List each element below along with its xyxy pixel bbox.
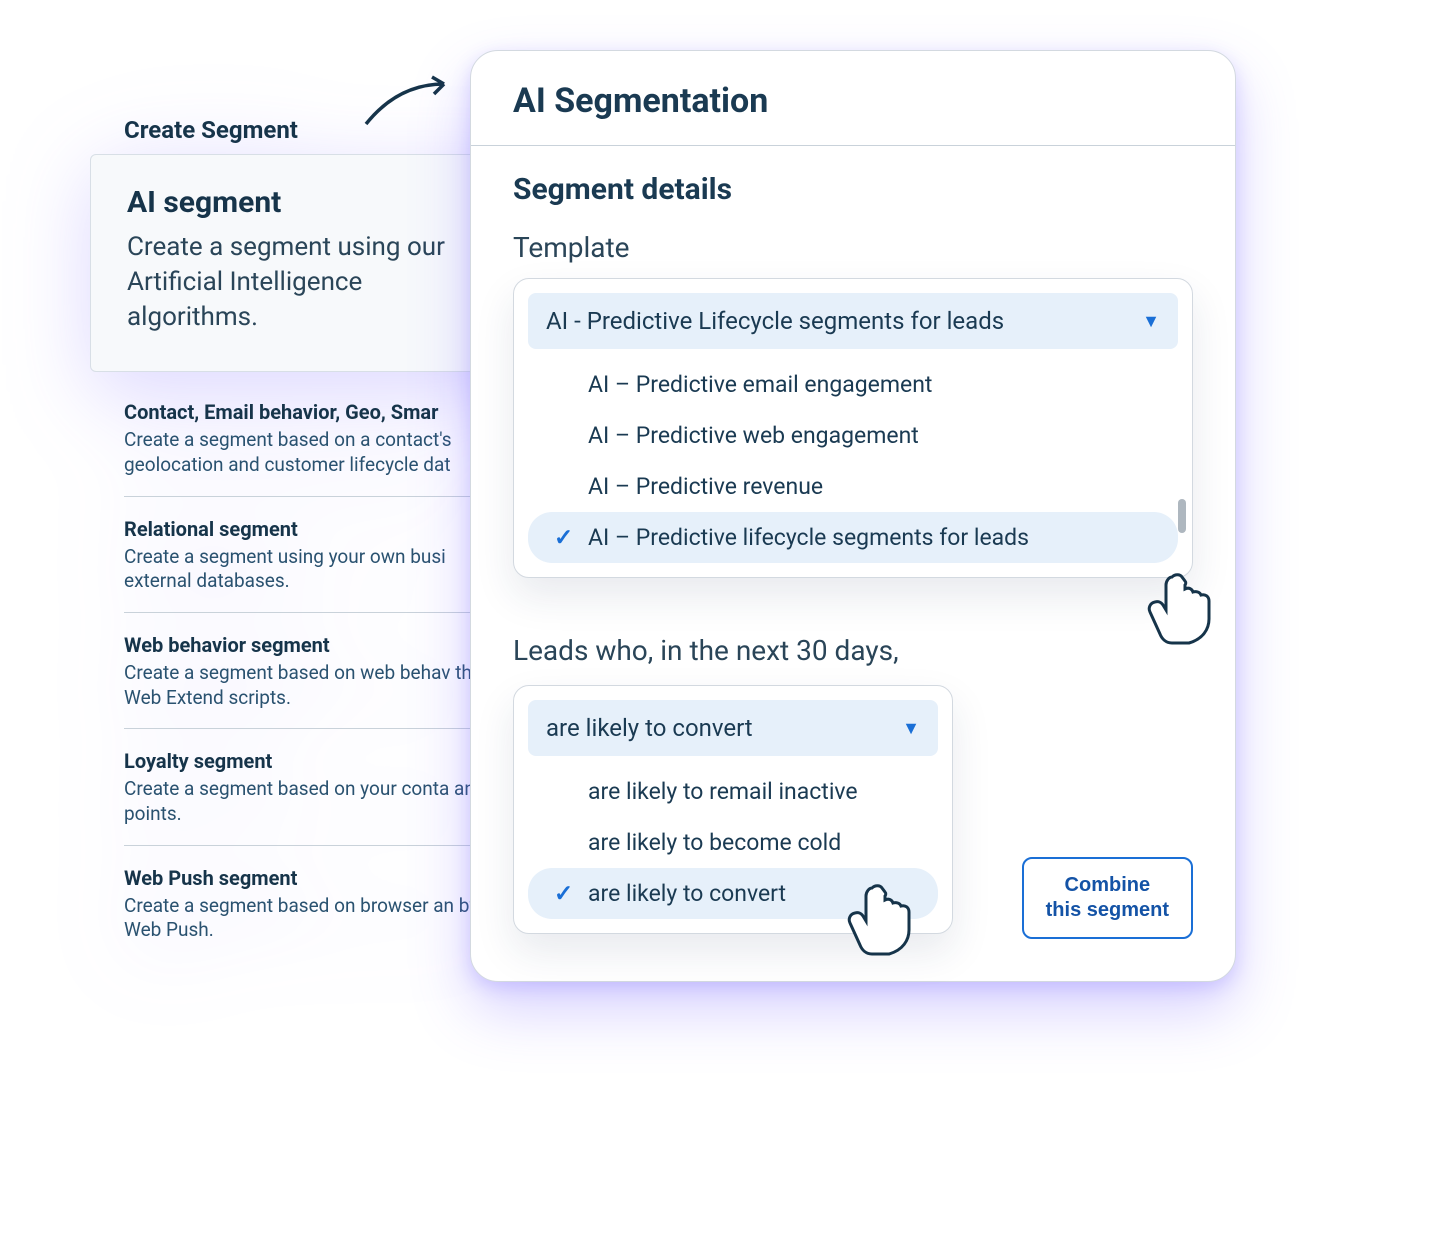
criteria-label: Leads who, in the next 30 days, bbox=[513, 634, 1193, 667]
template-option[interactable]: AI – Predictive web engagement bbox=[528, 410, 1178, 461]
scrollbar-thumb[interactable] bbox=[1178, 499, 1186, 533]
template-option[interactable]: AI – Predictive revenue bbox=[528, 461, 1178, 512]
option-label: AI – Predictive web engagement bbox=[588, 422, 919, 449]
segment-type-ai[interactable]: AI segment Create a segment using our Ar… bbox=[90, 154, 530, 372]
template-dropdown-list: AI – Predictive email engagement AI – Pr… bbox=[528, 349, 1178, 563]
create-segment-title: Create Segment bbox=[90, 100, 530, 154]
segment-type-list: Contact, Email behavior, Geo, Smar Creat… bbox=[90, 372, 530, 961]
segment-type-web-push[interactable]: Web Push segment Create a segment based … bbox=[124, 846, 496, 961]
template-selected-value: AI - Predictive Lifecycle segments for l… bbox=[546, 307, 1004, 335]
ai-segmentation-modal: AI Segmentation Segment details Template… bbox=[470, 50, 1236, 982]
list-item-title: Relational segment bbox=[124, 517, 496, 541]
criteria-option[interactable]: are likely to become cold bbox=[528, 817, 938, 868]
pointer-hand-icon bbox=[1144, 565, 1224, 655]
template-dropdown-selected[interactable]: AI - Predictive Lifecycle segments for l… bbox=[528, 293, 1178, 349]
section-heading: Segment details bbox=[513, 172, 1193, 207]
segment-type-web-behavior[interactable]: Web behavior segment Create a segment ba… bbox=[124, 613, 496, 729]
ai-segment-title: AI segment bbox=[127, 185, 493, 220]
check-icon: ✓ bbox=[554, 524, 576, 551]
segment-type-relational[interactable]: Relational segment Create a segment usin… bbox=[124, 497, 496, 613]
criteria-selected-value: are likely to convert bbox=[546, 714, 753, 742]
list-item-desc: Create a segment based on a contact's ge… bbox=[124, 428, 496, 477]
pointer-hand-icon bbox=[844, 876, 924, 966]
template-option[interactable]: AI – Predictive email engagement bbox=[528, 359, 1178, 410]
check-icon: ✓ bbox=[554, 880, 576, 907]
segment-type-contact[interactable]: Contact, Email behavior, Geo, Smar Creat… bbox=[124, 380, 496, 496]
ai-segment-desc: Create a segment using our Artificial In… bbox=[127, 230, 493, 335]
create-segment-panel: Create Segment AI segment Create a segme… bbox=[90, 100, 530, 961]
combine-segment-button[interactable]: Combine this segment bbox=[1022, 857, 1193, 939]
chevron-down-icon: ▼ bbox=[902, 718, 920, 739]
list-item-desc: Create a segment using your own busi ext… bbox=[124, 545, 496, 594]
callout-arrow-icon bbox=[358, 72, 458, 132]
option-label: are likely to remail inactive bbox=[588, 778, 858, 805]
modal-title: AI Segmentation bbox=[471, 79, 1235, 146]
option-label: are likely to convert bbox=[588, 880, 786, 907]
list-item-title: Contact, Email behavior, Geo, Smar bbox=[124, 400, 496, 424]
criteria-option[interactable]: are likely to remail inactive bbox=[528, 766, 938, 817]
option-label: AI – Predictive revenue bbox=[588, 473, 823, 500]
segment-type-loyalty[interactable]: Loyalty segment Create a segment based o… bbox=[124, 729, 496, 845]
list-item-title: Web behavior segment bbox=[124, 633, 496, 657]
template-label: Template bbox=[513, 231, 1193, 264]
option-label: AI – Predictive email engagement bbox=[588, 371, 932, 398]
list-item-desc: Create a segment based on browser an by … bbox=[124, 894, 496, 943]
chevron-down-icon: ▼ bbox=[1142, 311, 1160, 332]
template-option-selected[interactable]: ✓ AI – Predictive lifecycle segments for… bbox=[528, 512, 1178, 563]
criteria-dropdown[interactable]: are likely to convert ▼ are likely to re… bbox=[513, 685, 953, 934]
option-label: AI – Predictive lifecycle segments for l… bbox=[588, 524, 1029, 551]
template-dropdown[interactable]: AI - Predictive Lifecycle segments for l… bbox=[513, 278, 1193, 578]
list-item-title: Loyalty segment bbox=[124, 749, 496, 773]
criteria-dropdown-selected[interactable]: are likely to convert ▼ bbox=[528, 700, 938, 756]
list-item-title: Web Push segment bbox=[124, 866, 496, 890]
list-item-desc: Create a segment based on web behav the … bbox=[124, 661, 496, 710]
option-label: are likely to become cold bbox=[588, 829, 841, 856]
list-item-desc: Create a segment based on your conta and… bbox=[124, 777, 496, 826]
